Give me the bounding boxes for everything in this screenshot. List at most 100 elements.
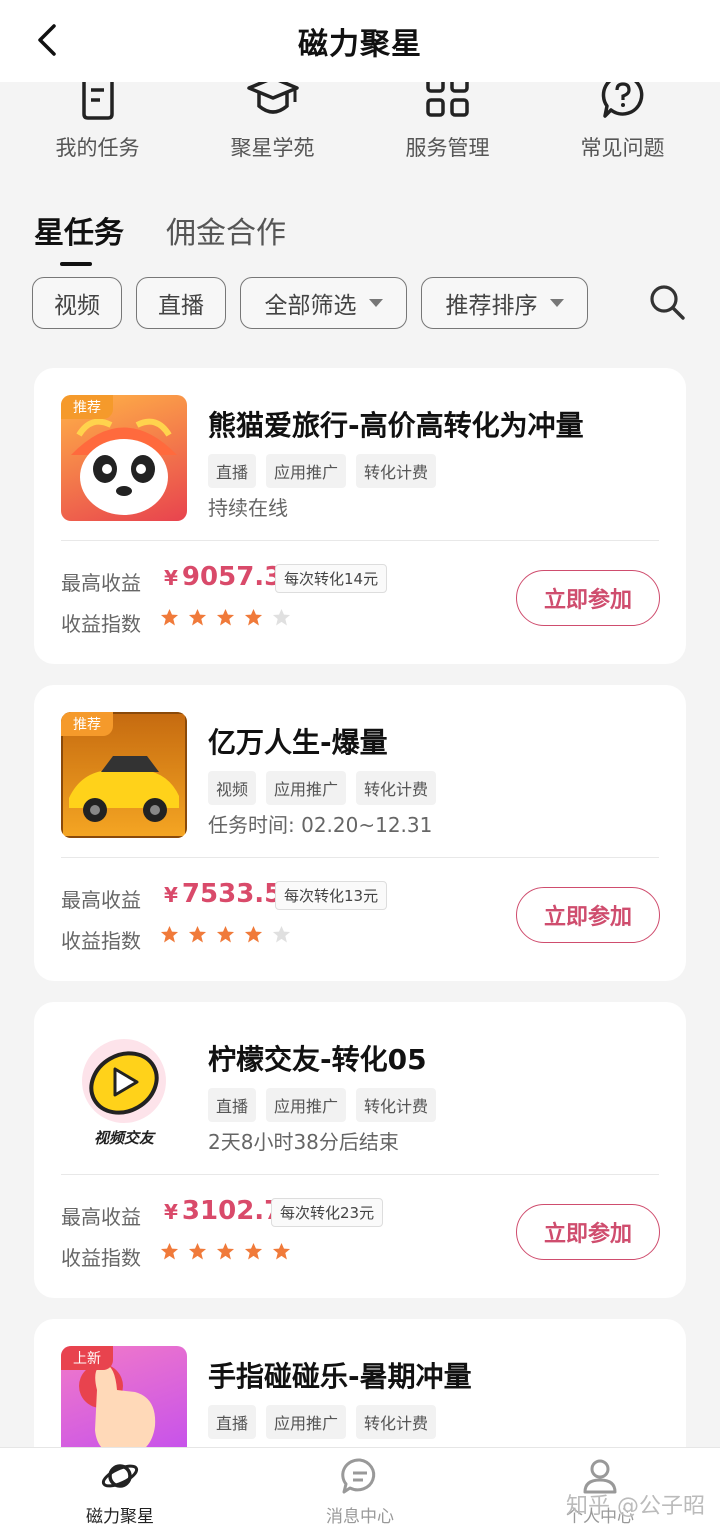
max-income-label: 最高收益: [61, 888, 141, 912]
nav-home[interactable]: 磁力聚星: [0, 1448, 240, 1532]
star-icon: [272, 608, 291, 626]
price-amount: 7533.5: [181, 879, 283, 909]
tag: 应用推广: [266, 1405, 347, 1439]
quick-label: 我的任务: [55, 136, 140, 160]
star-icon: [216, 925, 235, 943]
task-title: 熊猫爱旅行-高价高转化为冲量: [208, 409, 584, 442]
tag: 直播: [208, 454, 257, 488]
join-button[interactable]: 立即参加: [516, 1204, 660, 1260]
tag: 应用推广: [266, 1088, 347, 1122]
star-icon: [244, 1242, 263, 1260]
star-icon: [160, 925, 179, 943]
star-icon: [188, 608, 207, 626]
tag: 直播: [208, 1088, 257, 1122]
max-income-label: 最高收益: [61, 571, 141, 595]
tag: 应用推广: [266, 454, 347, 488]
star-icon: [272, 925, 291, 943]
search-icon[interactable]: [648, 283, 686, 321]
star-icon: [160, 1242, 179, 1260]
new-badge: 上新: [61, 1346, 113, 1370]
chip-label: 推荐排序: [445, 293, 538, 319]
filter-all-dropdown[interactable]: 全部筛选: [240, 277, 407, 329]
tag: 直播: [208, 1405, 257, 1439]
nav-label: 消息中心: [326, 1507, 394, 1527]
max-income-value: ¥3102.7: [164, 1196, 282, 1226]
filter-video-chip[interactable]: 视频: [32, 277, 122, 329]
filter-live-chip[interactable]: 直播: [136, 277, 226, 329]
rating-stars: [160, 1242, 291, 1261]
tag-list: 视频 应用推广 转化计费: [208, 771, 437, 805]
tag: 应用推广: [266, 771, 347, 805]
chip-label: 全部筛选: [264, 293, 357, 319]
task-status: 2天8小时38分后结束: [208, 1130, 399, 1154]
lemon-app-icon: 视频交友: [82, 1039, 166, 1147]
quick-my-tasks[interactable]: 我的任务: [13, 76, 183, 162]
recommend-badge: 推荐: [61, 395, 113, 419]
quick-faq[interactable]: 常见问题: [538, 74, 708, 162]
quick-label: 聚星学苑: [230, 136, 315, 160]
tag: 转化计费: [356, 1088, 437, 1122]
nav-label: 磁力聚星: [86, 1507, 154, 1527]
star-icon: [244, 925, 263, 943]
message-icon: [341, 1458, 376, 1494]
task-card[interactable]: 视频交友 柠檬交友-转化05 直播 应用推广 转化计费 2天8小时38分后结束 …: [34, 1002, 686, 1298]
star-icon: [160, 608, 179, 626]
quick-service[interactable]: 服务管理: [363, 74, 533, 162]
page-title: 磁力聚星: [298, 27, 422, 62]
max-income-value: ¥9057.3: [164, 562, 282, 592]
tag: 转化计费: [356, 771, 437, 805]
tab-commission[interactable]: 佣金合作: [166, 208, 286, 264]
income-index-label: 收益指数: [61, 612, 141, 636]
max-income-value: ¥7533.5: [164, 879, 282, 909]
tag-list: 直播 应用推广 转化计费: [208, 1405, 437, 1439]
tag-list: 直播 应用推广 转化计费: [208, 1088, 437, 1122]
task-card[interactable]: 推荐 亿万人生-爆量 视频 应用推广 转化计费 任务时间: 02.20~12.3…: [34, 685, 686, 981]
quick-nav: 我的任务 聚星学苑 服务管理 常见问题: [0, 74, 720, 172]
filter-bar: 视频 直播 全部筛选 推荐排序: [32, 277, 588, 329]
max-income-label: 最高收益: [61, 1205, 141, 1229]
recommend-badge: 推荐: [61, 712, 113, 736]
price-amount: 3102.7: [181, 1196, 283, 1226]
price-amount: 9057.3: [181, 562, 283, 592]
quick-label: 常见问题: [580, 136, 665, 160]
divider: [61, 1174, 659, 1175]
join-button[interactable]: 立即参加: [516, 570, 660, 626]
chip-label: 视频: [54, 293, 100, 319]
tag-list: 直播 应用推广 转化计费: [208, 454, 437, 488]
income-index-label: 收益指数: [61, 929, 141, 953]
thumb-caption: 视频交友: [94, 1129, 156, 1147]
rating-stars: [160, 925, 291, 944]
task-thumbnail: 推荐: [61, 712, 187, 838]
star-icon: [216, 608, 235, 626]
caret-down-icon: [549, 299, 564, 307]
quick-academy[interactable]: 聚星学苑: [188, 76, 358, 162]
chip-label: 直播: [158, 293, 204, 319]
join-button[interactable]: 立即参加: [516, 887, 660, 943]
star-icon: [188, 1242, 207, 1260]
star-icon: [216, 1242, 235, 1260]
star-icon: [244, 608, 263, 626]
tag: 转化计费: [356, 1405, 437, 1439]
task-thumbnail: 视频交友: [61, 1029, 187, 1155]
top-bar: 磁力聚星: [0, 0, 720, 82]
tab-star-tasks[interactable]: 星任务: [34, 208, 124, 266]
per-conversion-badge: 每次转化23元: [271, 1198, 384, 1227]
task-card[interactable]: 推荐 熊猫爱旅行-高价高转化为冲量 直播 应用推广 转化计费 持续在线 最高收益…: [34, 368, 686, 664]
rating-stars: [160, 608, 291, 627]
income-index-label: 收益指数: [61, 1246, 141, 1270]
task-status: 持续在线: [208, 496, 288, 520]
star-icon: [272, 1242, 291, 1260]
currency-symbol: ¥: [164, 1200, 178, 1224]
per-conversion-badge: 每次转化13元: [275, 881, 388, 910]
tag: 视频: [208, 771, 257, 805]
watermark: 知乎 @公子昭: [566, 1494, 705, 1519]
task-title: 柠檬交友-转化05: [208, 1043, 427, 1076]
currency-symbol: ¥: [164, 566, 178, 590]
caret-down-icon: [368, 299, 383, 307]
back-arrow-icon[interactable]: [32, 22, 68, 58]
divider: [61, 540, 659, 541]
nav-messages[interactable]: 消息中心: [240, 1448, 480, 1532]
task-title: 手指碰碰乐-暑期冲量: [208, 1360, 472, 1393]
task-title: 亿万人生-爆量: [208, 726, 388, 759]
sort-dropdown[interactable]: 推荐排序: [421, 277, 588, 329]
